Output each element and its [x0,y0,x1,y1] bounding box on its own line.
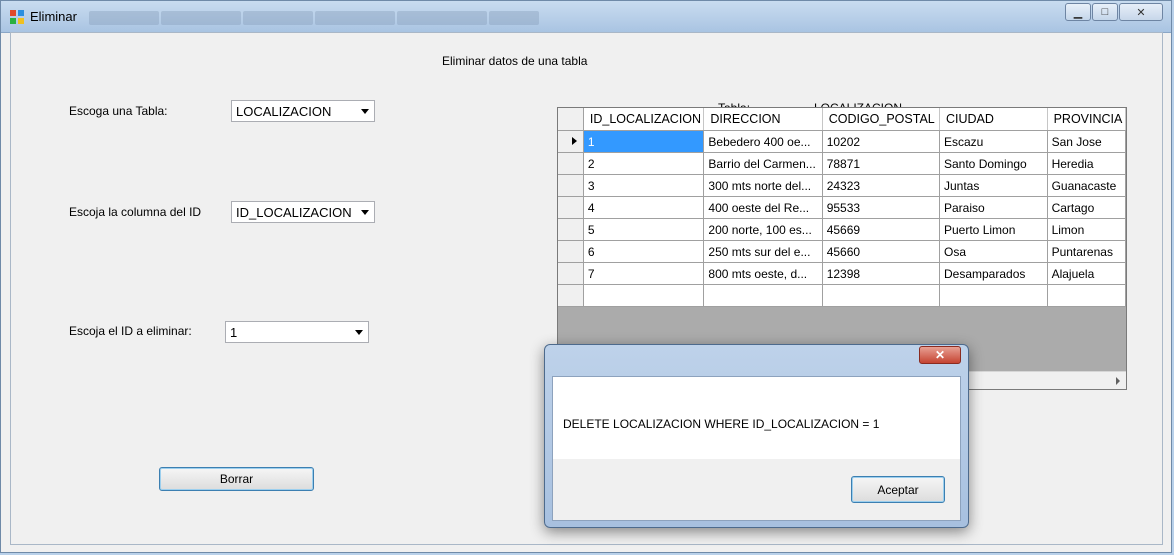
id-label: Escoja el ID a eliminar: [69,324,192,338]
column-header[interactable]: CIUDAD [939,108,1048,131]
column-header[interactable]: PROVINCIA [1047,108,1126,131]
column-label: Escoja la columna del ID [69,205,202,219]
grid-header-row: ID_LOCALIZACION DIRECCION CODIGO_POSTAL … [558,108,1126,131]
grid-cell[interactable]: San Jose [1047,130,1126,153]
table-row[interactable]: 1 Bebedero 400 oe... 10202 Escazu San Jo… [558,130,1126,153]
title-bar[interactable]: Eliminar ▁ □ ✕ [1,1,1171,33]
grid-cell[interactable]: Juntas [939,174,1048,197]
grid-cell[interactable]: 3 [583,174,705,197]
grid-cell[interactable]: Bebedero 400 oe... [703,130,823,153]
chevron-down-icon[interactable] [361,210,369,215]
delete-button-label: Borrar [219,472,254,486]
chevron-down-icon[interactable] [355,330,363,335]
ok-button[interactable]: Aceptar [851,476,945,503]
row-header[interactable] [558,240,584,263]
main-window: Eliminar ▁ □ ✕ Eliminar datos de una tab… [0,0,1172,553]
grid-cell[interactable]: 5 [583,218,705,241]
row-header[interactable] [558,284,584,307]
grid-cell[interactable]: Alajuela [1047,262,1126,285]
new-row[interactable] [558,284,1126,307]
grid-cell[interactable]: 1 [583,130,705,153]
form-heading: Eliminar datos de una tabla [442,54,588,68]
grid-cell[interactable]: Santo Domingo [939,152,1048,175]
message-box: ✕ DELETE LOCALIZACION WHERE ID_LOCALIZAC… [544,344,969,528]
column-header[interactable]: ID_LOCALIZACION [583,108,705,131]
grid-cell-empty[interactable] [939,284,1048,307]
grid-cell[interactable]: 95533 [822,196,941,219]
grid-cell[interactable]: Desamparados [939,262,1048,285]
table-row[interactable]: 2 Barrio del Carmen... 78871 Santo Domin… [558,152,1126,175]
grid-cell[interactable]: 200 norte, 100 es... [703,218,823,241]
row-pointer-icon [572,137,577,145]
grid-cell[interactable]: Guanacaste [1047,174,1126,197]
grid-cell[interactable]: 10202 [822,130,941,153]
grid-cell-empty[interactable] [583,284,705,307]
grid-cell[interactable]: 400 oeste del Re... [703,196,823,219]
column-select[interactable]: ID_LOCALIZACION [231,201,375,223]
grid-cell[interactable]: 2 [583,152,705,175]
app-icon [10,10,24,24]
grid-cell[interactable]: 45669 [822,218,941,241]
grid-cell[interactable]: 6 [583,240,705,263]
grid-cell-empty[interactable] [822,284,941,307]
grid-cell[interactable]: 4 [583,196,705,219]
id-select[interactable]: 1 [225,321,369,343]
grid-cell[interactable]: Limon [1047,218,1126,241]
table-label: Escoga una Tabla: [69,104,168,118]
grid-cell[interactable]: 800 mts oeste, d... [703,262,823,285]
caption-buttons: ▁ □ ✕ [1064,3,1163,21]
grid-cell[interactable]: 45660 [822,240,941,263]
column-select-value: ID_LOCALIZACION [236,205,352,220]
window-close-icon[interactable]: ✕ [1119,3,1163,21]
column-header[interactable]: DIRECCION [703,108,823,131]
grid-cell[interactable]: 300 mts norte del... [703,174,823,197]
id-select-value: 1 [230,325,238,340]
row-header[interactable] [558,196,584,219]
table-select[interactable]: LOCALIZACION [231,100,375,122]
grid-cell[interactable]: Cartago [1047,196,1126,219]
grid-cell[interactable]: Puntarenas [1047,240,1126,263]
grid-cell[interactable]: 7 [583,262,705,285]
grid-cell-empty[interactable] [1047,284,1126,307]
row-header[interactable] [558,218,584,241]
grid-cell[interactable]: 78871 [822,152,941,175]
table-row[interactable]: 6 250 mts sur del e... 45660 Osa Puntare… [558,240,1126,263]
row-header[interactable] [558,130,584,153]
background-tabs-blur [89,11,539,29]
row-header[interactable] [558,152,584,175]
grid-cell[interactable]: Puerto Limon [939,218,1048,241]
table-row[interactable]: 3 300 mts norte del... 24323 Juntas Guan… [558,174,1126,197]
grid-cell[interactable]: Heredia [1047,152,1126,175]
grid-cell[interactable]: 24323 [822,174,941,197]
grid-cell[interactable]: Escazu [939,130,1048,153]
grid-cell[interactable]: 250 mts sur del e... [703,240,823,263]
table-row[interactable]: 4 400 oeste del Re... 95533 Paraiso Cart… [558,196,1126,219]
table-row[interactable]: 5 200 norte, 100 es... 45669 Puerto Limo… [558,218,1126,241]
message-footer: Aceptar [552,459,961,521]
row-header-corner[interactable] [558,108,584,131]
table-select-value: LOCALIZACION [236,104,332,119]
grid-table: ID_LOCALIZACION DIRECCION CODIGO_POSTAL … [558,108,1126,307]
table-row[interactable]: 7 800 mts oeste, d... 12398 Desamparados… [558,262,1126,285]
maximize-icon[interactable]: □ [1092,3,1118,21]
dialog-close-icon[interactable]: ✕ [919,346,961,364]
grid-cell[interactable]: Barrio del Carmen... [703,152,823,175]
ok-button-label: Aceptar [877,482,919,497]
chevron-down-icon[interactable] [361,109,369,114]
grid-cell[interactable]: Osa [939,240,1048,263]
minimize-icon[interactable]: ▁ [1065,3,1091,21]
column-header[interactable]: CODIGO_POSTAL [822,108,941,131]
scroll-right-icon[interactable] [1116,377,1120,385]
grid-cell-empty[interactable] [703,284,823,307]
message-text: DELETE LOCALIZACION WHERE ID_LOCALIZACIO… [563,417,880,431]
row-header[interactable] [558,174,584,197]
window-title: Eliminar [30,9,77,24]
message-body: DELETE LOCALIZACION WHERE ID_LOCALIZACIO… [552,376,961,459]
grid-cell[interactable]: 12398 [822,262,941,285]
grid-cell[interactable]: Paraiso [939,196,1048,219]
delete-button[interactable]: Borrar [159,467,314,491]
row-header[interactable] [558,262,584,285]
